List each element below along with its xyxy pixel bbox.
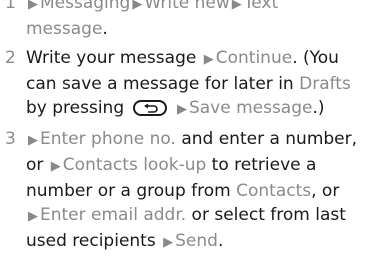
step-line: by pressing ▶ Save message.): [26, 96, 392, 122]
step-line: or ▶ Contacts look-up to retrieve a: [26, 153, 392, 179]
step-line: Write your message ▶ Continue. (You: [26, 46, 392, 72]
step-number: 1: [5, 0, 16, 13]
menu-term: Contacts look-up: [62, 155, 207, 175]
arrow-right-icon: ▶: [176, 102, 187, 117]
arrow-right-icon: ▶: [231, 0, 242, 12]
menu-term: Text: [243, 0, 279, 13]
step-2: 2 Write your message ▶ Continue. (You can s…: [0, 46, 392, 122]
menu-term: Write new: [144, 0, 230, 13]
menu-term: Continue: [215, 48, 293, 68]
step-line: number or a group from Contacts, or: [26, 179, 392, 203]
instruction-text: Write your message: [26, 48, 202, 68]
instruction-text: and enter a number,: [175, 129, 358, 149]
arrow-right-icon: ▶: [28, 133, 38, 148]
instruction-text: number or a group from: [26, 181, 237, 201]
step-number: 3: [5, 129, 16, 149]
instruction-text: [170, 98, 175, 118]
instruction-text: , or: [311, 181, 340, 201]
instruction-text: used recipients: [26, 231, 162, 251]
arrow-right-icon: ▶: [28, 209, 38, 224]
instruction-text: .: [102, 19, 108, 39]
step-line: message.: [26, 17, 392, 41]
back-key-icon: [132, 100, 167, 116]
instruction-text: or select from last: [186, 205, 346, 225]
menu-term: Send: [175, 231, 218, 251]
arrow-right-icon: ▶: [50, 159, 61, 174]
instruction-text: .): [312, 98, 325, 118]
arrow-right-icon: ▶: [132, 0, 143, 12]
instruction-text: . (You: [292, 48, 339, 68]
menu-term: Messaging: [40, 0, 131, 13]
menu-term: message: [26, 19, 103, 39]
step-line: used recipients ▶ Send.: [26, 229, 392, 255]
step-line: ▶ Enter phone no. and enter a number,: [26, 127, 392, 153]
instruction-text: .: [217, 231, 224, 251]
menu-term: Enter email addr.: [40, 205, 187, 225]
instruction-steps: 1 ▶ Messaging ▶ Write new ▶ Text message. 2 Write…: [0, 0, 392, 260]
arrow-right-icon: ▶: [28, 0, 38, 12]
step-1: 1 ▶ Messaging ▶ Write new ▶ Text message.: [0, 0, 392, 41]
step-line: can save a message for later in Drafts: [26, 72, 392, 96]
menu-term: Drafts: [299, 74, 351, 94]
instruction-text: or: [26, 155, 49, 175]
step-line: ▶ Enter email addr. or select from last: [26, 203, 392, 229]
step-line: ▶ Messaging ▶ Write new ▶ Text: [26, 0, 392, 17]
arrow-right-icon: ▶: [203, 52, 214, 67]
menu-term: Save message: [188, 98, 313, 118]
instruction-text: by pressing: [26, 98, 130, 118]
instruction-text: can save a message for later in: [26, 74, 300, 94]
instruction-text: to retrieve a: [206, 155, 317, 175]
step-number: 2: [5, 48, 16, 68]
menu-term: Enter phone no.: [40, 129, 176, 149]
menu-term: Contacts: [236, 181, 312, 201]
step-3: 3 ▶ Enter phone no. and enter a number, or …: [0, 127, 392, 255]
